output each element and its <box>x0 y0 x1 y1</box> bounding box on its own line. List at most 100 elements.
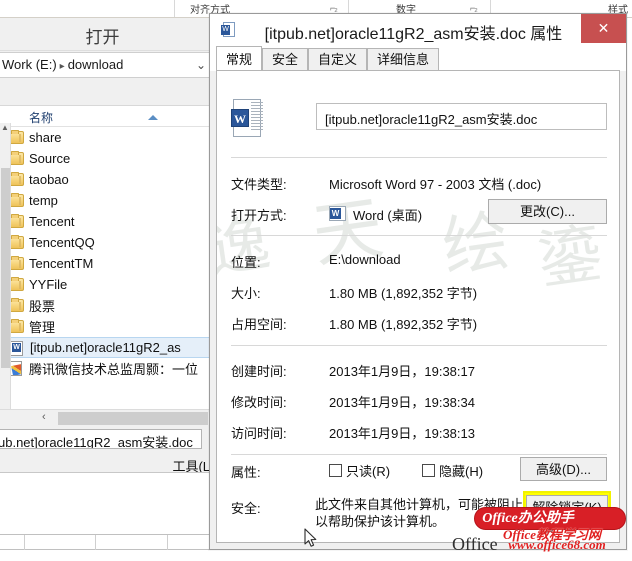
tab-2[interactable]: 自定义 <box>308 48 368 71</box>
worksheet-cell <box>0 535 25 550</box>
properties-dialog: W [itpub.net]oracle11gR2_asm安装.doc 属性 ✕ … <box>209 13 627 550</box>
folder-icon <box>9 130 24 145</box>
list-item-label: temp <box>29 193 58 208</box>
size-label: 大小: <box>231 286 261 301</box>
open-dialog-titlebar: 打开 <box>0 18 212 51</box>
location-label: 位置: <box>231 255 261 270</box>
hidden-checkbox[interactable]: 隐藏(H) <box>422 461 483 480</box>
created-label: 创建时间: <box>231 364 287 379</box>
folder-icon-glyph <box>9 151 24 165</box>
chevron-down-icon[interactable]: ⌄ <box>196 58 206 72</box>
scroll-up-arrow-icon[interactable]: ▲ <box>1 123 9 132</box>
open-with-label: 打开方式: <box>231 208 287 223</box>
advanced-button[interactable]: 高级(D)... <box>520 457 607 481</box>
folder-icon <box>9 172 24 187</box>
folder-icon-glyph <box>9 172 24 186</box>
column-header-name[interactable]: 名称 <box>0 106 212 127</box>
file-type-value: Microsoft Word 97 - 2003 文档 (.doc) <box>329 177 542 192</box>
word-app-icon <box>329 206 346 221</box>
folder-icon-glyph <box>9 298 24 312</box>
list-item[interactable]: 腾讯微信技术总监周颢：一位 <box>0 358 212 379</box>
security-label: 安全: <box>231 501 261 516</box>
folder-icon-glyph <box>9 319 24 333</box>
list-item[interactable]: [itpub.net]oracle11gR2_as <box>0 337 212 358</box>
list-item[interactable]: temp <box>0 190 212 211</box>
folder-icon <box>9 256 24 271</box>
list-item[interactable]: TencentTM <box>0 253 212 274</box>
open-dialog-toolbar <box>0 79 212 105</box>
checkbox-icon[interactable] <box>329 464 342 477</box>
tab-3[interactable]: 详细信息 <box>367 48 440 71</box>
separator <box>231 345 607 346</box>
folder-icon <box>9 193 24 208</box>
folder-icon-glyph <box>9 235 24 249</box>
list-item[interactable]: 管理 <box>0 316 212 337</box>
modified-value: 2013年1月9日，19:38:34 <box>329 395 475 410</box>
created-value: 2013年1月9日，19:38:17 <box>329 364 475 379</box>
screen: 对齐方式 ⌐₂ 数字 ⌐₂ 样式 打开 Work (E:) ▸ download ⌄… <box>0 0 632 561</box>
list-item-label: TencentQQ <box>29 235 95 250</box>
list-item-label: 腾讯微信技术总监周颢：一位 <box>29 362 199 377</box>
list-item-label: Tencent <box>29 214 75 229</box>
ribbon-dialog-launcher-icon[interactable]: ⌐₂ <box>470 3 478 13</box>
word-document-icon: W <box>231 99 265 141</box>
worksheet-cell <box>25 535 96 550</box>
folder-icon <box>9 235 24 250</box>
scroll-left-arrow-icon[interactable]: ‹ <box>42 411 46 423</box>
size-on-disk-label: 占用空间: <box>231 317 287 332</box>
readonly-checkbox[interactable]: 只读(R) <box>329 461 390 480</box>
folder-icon <box>9 214 24 229</box>
ribbon-dialog-launcher-icon[interactable]: ⌐₂ <box>330 3 338 13</box>
open-with-value: Word (桌面) <box>353 208 423 223</box>
address-bar[interactable]: Work (E:) ▸ download ⌄ <box>0 52 212 78</box>
change-button[interactable]: 更改(C)... <box>488 199 607 224</box>
arrow-cursor-icon <box>304 528 317 547</box>
file-type-label: 文件类型: <box>231 177 287 192</box>
breadcrumb[interactable]: Work (E:) ▸ download <box>2 57 123 72</box>
scrollbar-thumb[interactable] <box>1 168 10 368</box>
breadcrumb-folder[interactable]: download <box>68 57 124 72</box>
list-item[interactable]: Tencent <box>0 211 212 232</box>
folder-icon-glyph <box>9 130 24 144</box>
folder-icon-glyph <box>9 277 24 291</box>
list-item-label: YYFile <box>29 277 68 292</box>
properties-titlebar[interactable]: W [itpub.net]oracle11gR2_asm安装.doc 属性 ✕ <box>210 14 626 46</box>
sort-ascending-icon <box>148 115 158 120</box>
separator <box>231 157 607 158</box>
list-item-label: taobao <box>29 172 69 187</box>
list-item-label: 管理 <box>29 320 56 335</box>
list-item[interactable]: 股票 <box>0 295 212 316</box>
list-item[interactable]: share <box>0 127 212 148</box>
size-value: 1.80 MB (1,892,352 字节) <box>329 286 478 301</box>
hscrollbar-thumb[interactable] <box>58 412 208 425</box>
column-header-label: 名称 <box>29 111 54 125</box>
filename-input[interactable]: ub.net]oracle11gR2_asm安装.doc <box>0 429 202 449</box>
list-item[interactable]: YYFile <box>0 274 212 295</box>
modified-label: 修改时间: <box>231 395 287 410</box>
list-item-label: TencentTM <box>29 256 94 271</box>
folder-icon-glyph <box>9 214 24 228</box>
list-item-label: Source <box>29 151 71 166</box>
properties-tabstrip: 常规 安全 自定义 详细信息 <box>210 46 626 71</box>
tab-0[interactable]: 常规 <box>216 46 263 71</box>
list-item[interactable]: taobao <box>0 169 212 190</box>
tab-1[interactable]: 安全 <box>262 48 309 71</box>
attributes-label: 属性: <box>231 465 261 480</box>
horizontal-scrollbar[interactable]: ‹ <box>0 409 212 426</box>
close-icon[interactable]: ✕ <box>581 14 626 43</box>
list-item[interactable]: Source <box>0 148 212 169</box>
list-item-label: share <box>29 130 62 145</box>
list-item-label: [itpub.net]oracle11gR2_as <box>30 340 181 355</box>
size-on-disk-value: 1.80 MB (1,892,352 字节) <box>329 317 478 332</box>
document-name-field[interactable]: [itpub.net]oracle11gR2_asm安装.doc <box>316 103 607 130</box>
list-item[interactable]: TencentQQ <box>0 232 212 253</box>
document-header: W [itpub.net]oracle11gR2_asm安装.doc <box>231 99 607 147</box>
accessed-label: 访问时间: <box>231 426 287 441</box>
file-list-scrollbar[interactable]: ▲ ▼ <box>0 123 11 423</box>
word-document-icon-glyph <box>10 341 23 356</box>
breadcrumb-drive[interactable]: Work (E:) <box>2 57 57 72</box>
checkbox-icon[interactable] <box>422 464 435 477</box>
open-dialog: 打开 Work (E:) ▸ download ⌄ 名称 share Source ta… <box>0 18 213 539</box>
folder-icon <box>9 277 24 292</box>
list-item-label: 股票 <box>29 299 56 314</box>
